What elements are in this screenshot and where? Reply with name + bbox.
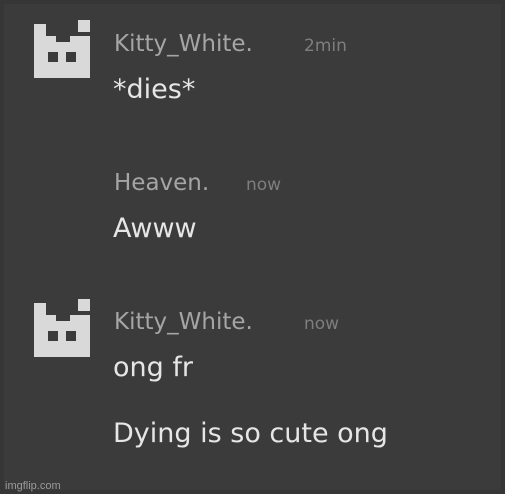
username[interactable]: Heaven. bbox=[114, 170, 209, 196]
message-text: Dying is so cute ong bbox=[113, 418, 388, 449]
avatar[interactable] bbox=[32, 20, 92, 80]
message-text: *dies* bbox=[113, 74, 196, 105]
username[interactable]: Kitty_White. bbox=[114, 31, 253, 57]
watermark: imgflip.com bbox=[5, 480, 61, 492]
timestamp: now bbox=[246, 175, 282, 195]
timestamp: now bbox=[304, 314, 340, 334]
kitty-pixel-icon bbox=[34, 20, 90, 78]
message-text: Awww bbox=[113, 213, 197, 244]
timestamp: 2min bbox=[304, 36, 347, 56]
avatar[interactable] bbox=[32, 299, 92, 359]
kitty-pixel-icon bbox=[34, 299, 90, 357]
message-text: ong fr bbox=[113, 352, 193, 383]
username[interactable]: Kitty_White. bbox=[114, 309, 253, 335]
